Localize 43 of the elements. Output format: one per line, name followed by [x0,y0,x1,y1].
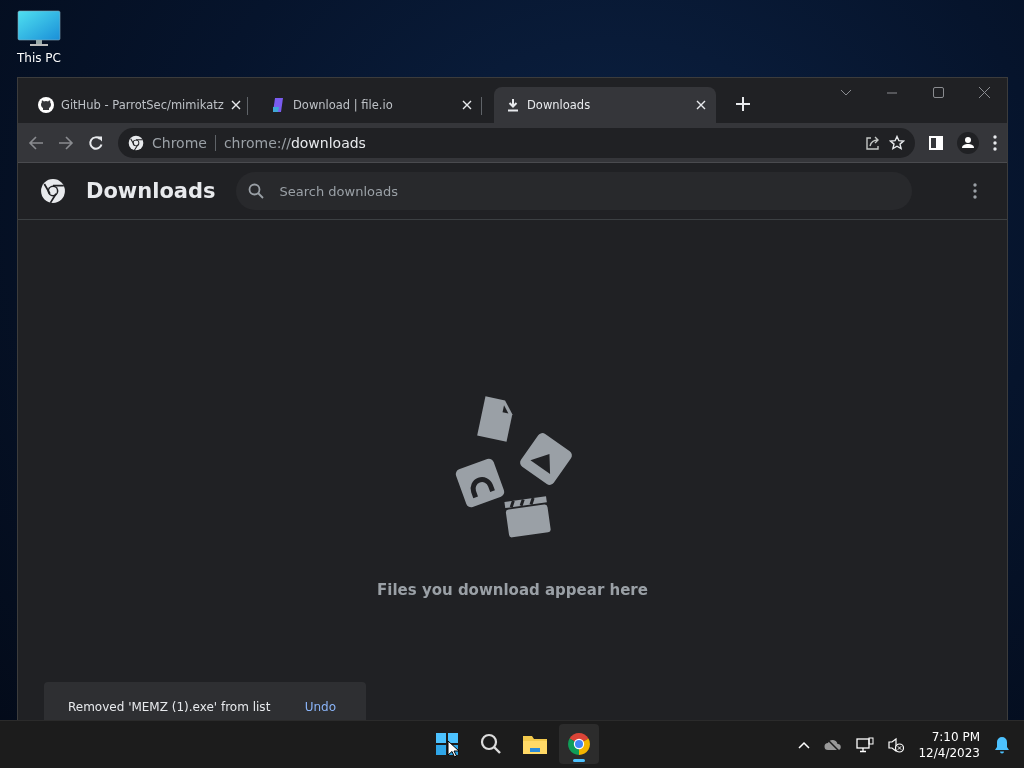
empty-state-message: Files you download appear here [377,581,648,599]
back-icon[interactable] [28,134,44,151]
profile-icon[interactable] [957,131,979,154]
browser-tab[interactable]: Download | file.io [260,87,482,123]
download-icon [506,98,520,112]
undo-link[interactable]: Undo [304,700,336,714]
share-icon[interactable] [865,134,881,151]
taskbar-button[interactable] [559,724,599,764]
toast-message: Removed 'MEMZ (1).exe' from list [68,700,271,714]
close-icon[interactable] [230,100,241,110]
chrome-logo-icon [567,732,591,756]
monitor-icon[interactable] [17,10,61,48]
icon-label: This PC [17,51,61,65]
clock-date[interactable]: 12/4/2023 [918,745,980,760]
forward-icon[interactable] [58,134,74,151]
cat-logo-icon [38,97,54,113]
speaker-muted-icon[interactable] [888,736,905,753]
page-title: Downloads [86,178,216,205]
chrome-logo-icon [128,134,144,151]
chrome-logo-icon [40,178,66,204]
close-icon[interactable] [696,100,706,110]
search-icon [480,733,502,755]
new-tab-icon[interactable] [736,96,750,111]
file-logo-icon [272,97,286,113]
close-icon[interactable] [462,100,472,110]
search-field[interactable]: Search downloads [235,172,912,210]
network-icon[interactable] [856,736,875,753]
reload-icon[interactable] [88,134,104,151]
star-icon[interactable] [889,134,905,151]
url-text: chrome://downloads [223,134,367,151]
clock-time[interactable]: 7:10 PM [931,729,980,744]
bell-icon[interactable] [994,735,1010,754]
address-bar[interactable]: Chrome chrome://downloads [118,127,915,158]
chevron-up-icon[interactable] [798,740,811,749]
side-panel-icon[interactable] [929,135,943,150]
site-label: Chrome [152,134,207,151]
browser-tab[interactable]: GitHub - ParrotSec/mimikatz [26,87,248,123]
menu-icon[interactable] [973,183,977,199]
browser-tab[interactable]: Downloads [494,87,716,123]
mouse-cursor-icon [447,740,459,758]
menu-icon[interactable] [993,134,997,151]
folder-icon [522,733,548,755]
cloud-off-icon[interactable] [824,737,843,752]
